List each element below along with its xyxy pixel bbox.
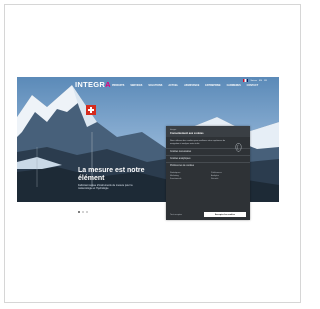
flag-icon [243, 79, 249, 82]
cookie-options: Statistiques Marketing Fonctionnels Préf… [166, 169, 250, 184]
cookie-row-preferences[interactable]: Préférences de cookies [166, 162, 250, 169]
nav-item-produits[interactable]: PRODUITS [112, 84, 124, 87]
top-navigation: INTEGRA PRODUITS SERVICES SOLUTIONS ACTU… [17, 77, 279, 95]
cookie-option[interactable]: Sécurité [211, 178, 246, 181]
cookie-options-right: Préférences Analytics Sécurité [211, 172, 246, 181]
swiss-flag-icon [86, 105, 96, 115]
carousel-dot-2[interactable] [82, 211, 84, 213]
carousel-dot-3[interactable] [86, 211, 88, 213]
accept-all-link[interactable]: Tout accepter [170, 214, 182, 217]
main-menu: PRODUITS SERVICES SOLUTIONS ACTUEL ASSIS… [112, 84, 258, 87]
cookie-body-text: Nous utilisons des cookies pour améliore… [170, 140, 226, 145]
hero-title: La mesure est notre élément [78, 167, 145, 182]
logo-text: INTEGR [75, 80, 106, 89]
lang-region[interactable]: Suisse [250, 80, 257, 82]
integra-logo[interactable]: INTEGRA [75, 80, 111, 89]
lang-fr[interactable]: FR [264, 80, 267, 82]
accept-cookies-button[interactable]: Accepter les cookies [204, 212, 246, 217]
nav-item-assistance[interactable]: ASSISTANCE [184, 84, 199, 87]
nav-item-solutions[interactable]: SOLUTIONS [148, 84, 162, 87]
nav-item-actuel[interactable]: ACTUEL [168, 84, 178, 87]
hero-subtitle: Fabricant suisse d'instruments de mesure… [78, 184, 133, 190]
cookie-small-heading: Integra [170, 129, 177, 131]
cookie-header: Integra Consentement aux cookies [166, 126, 250, 137]
cookie-option[interactable]: Fonctionnels [170, 178, 205, 181]
cookie-title: Consentement aux cookies [170, 132, 204, 135]
language-switcher: Suisse EN FR [243, 79, 267, 82]
cookie-row-analytics[interactable]: Cookies analytiques [166, 155, 250, 162]
nav-item-carrieres[interactable]: CARRIERES [227, 84, 241, 87]
cookie-options-left: Statistiques Marketing Fonctionnels [170, 172, 205, 181]
lang-en[interactable]: EN [259, 80, 262, 82]
nav-item-contact[interactable]: CONTACT [247, 84, 259, 87]
hero-text-block: La mesure est notre élément Fabricant su… [78, 167, 150, 190]
nav-item-services[interactable]: SERVICES [130, 84, 142, 87]
cookie-consent-panel: Integra Consentement aux cookies Nous ut… [166, 126, 250, 220]
nav-item-entreprise[interactable]: ENTREPRISE [205, 84, 220, 87]
fingerprint-icon [235, 143, 242, 152]
logo-accent: A [105, 80, 111, 89]
carousel-dots [78, 211, 88, 213]
carousel-dot-1[interactable] [78, 211, 80, 213]
